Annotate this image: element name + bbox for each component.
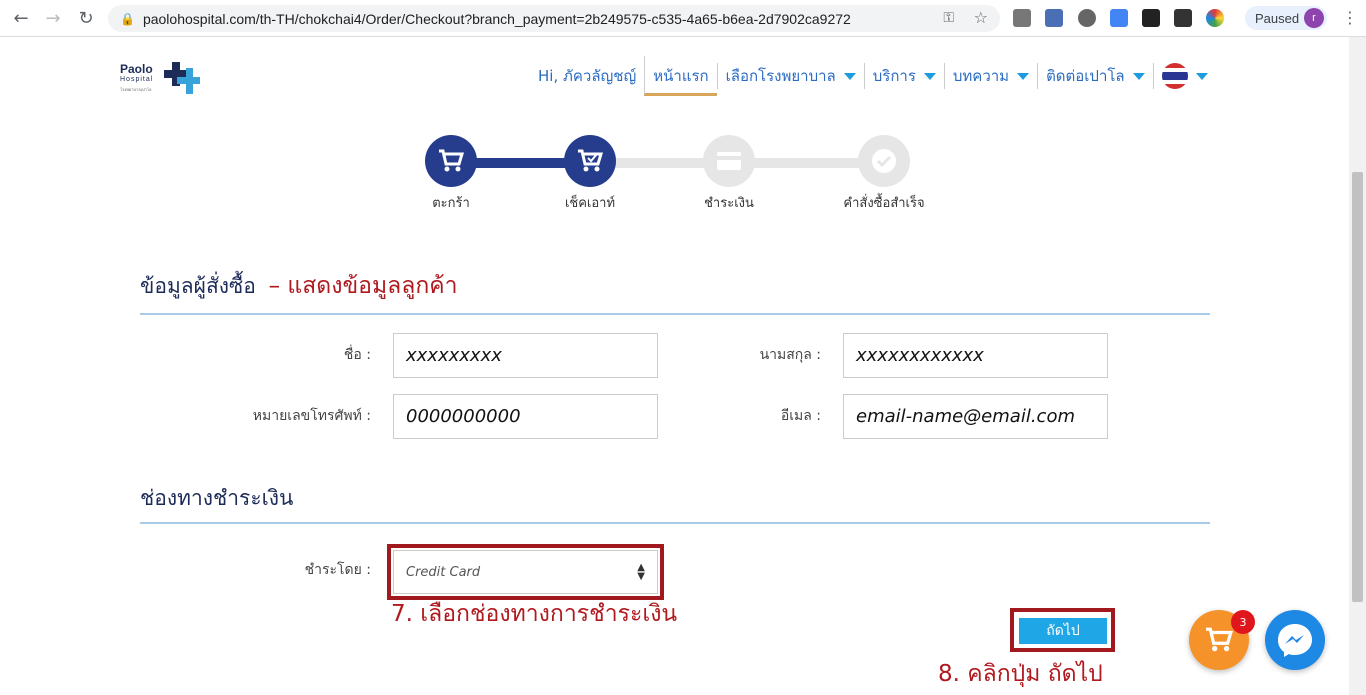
- chevron-down-icon: [923, 72, 936, 80]
- messenger-button[interactable]: [1265, 610, 1325, 670]
- profile-button[interactable]: Paused r: [1245, 6, 1327, 30]
- last-name-label: นามสกุล :: [759, 347, 821, 363]
- checkout-progress: ตะกร้า เช็คเอาท์ ชำระเงิน คำสั่งซื้อสำเร…: [0, 130, 1366, 220]
- nav-select-hospital[interactable]: เลือกโรงพยาบาล: [716, 63, 864, 89]
- reload-icon[interactable]: ↻: [72, 4, 100, 32]
- nav-services-label: บริการ: [872, 67, 916, 85]
- shopping-cart-icon: [1206, 627, 1233, 652]
- nav-articles-label: บทความ: [952, 67, 1010, 85]
- logo-text-hospital: Hospital: [120, 76, 154, 83]
- cart-icon: [439, 149, 464, 172]
- camera-extension-icon[interactable]: [1013, 9, 1031, 27]
- bookmark-star-icon[interactable]: ☆: [974, 8, 988, 27]
- step-success-circle: [858, 135, 910, 187]
- nav-home[interactable]: หน้าแรก: [644, 56, 717, 96]
- profile-status: Paused: [1255, 10, 1300, 26]
- cart-count-badge: 3: [1231, 610, 1255, 634]
- browser-toolbar: ← → ↻ 🔒 paolohospital.com/th-TH/chokchai…: [0, 0, 1366, 37]
- buyer-section-title: ข้อมูลผู้สั่งซื้อ – แสดงข้อมูลลูกค้า: [140, 268, 458, 304]
- logo-text-paolo: Paolo: [120, 62, 153, 76]
- check-circle-icon: [872, 149, 896, 173]
- payment-section-divider: [140, 522, 1210, 524]
- thai-flag-icon: [1161, 63, 1188, 89]
- nav-contact[interactable]: ติดต่อเปาโล: [1037, 63, 1153, 89]
- avatar: r: [1304, 8, 1324, 28]
- dark-extension-icon[interactable]: [1174, 9, 1192, 27]
- payment-method-value: Credit Card: [406, 564, 481, 580]
- logo-text-thai: โรงพยาบาลเปาโล: [120, 87, 152, 92]
- url-text: paolohospital.com/th-TH/chokchai4/Order/…: [142, 10, 851, 27]
- email-field[interactable]: email-name@email.com: [843, 394, 1108, 439]
- messenger-icon: [1278, 624, 1312, 657]
- nav-contact-label: ติดต่อเปาโล: [1046, 67, 1125, 85]
- nav-articles[interactable]: บทความ: [943, 63, 1037, 89]
- step-checkout-circle: [564, 135, 616, 187]
- site-logo[interactable]: Paolo Hospital โรงพยาบาลเปาโล: [120, 60, 202, 96]
- step-payment-circle: [703, 135, 755, 187]
- step-label-success: คำสั่งซื้อสำเร็จ: [843, 196, 925, 211]
- buyer-title-text: ข้อมูลผู้สั่งซื้อ: [140, 274, 256, 298]
- nav-services[interactable]: บริการ: [863, 63, 944, 89]
- email-label: อีเมล :: [780, 408, 821, 424]
- buyer-annotation: – แสดงข้อมูลลูกค้า: [268, 273, 458, 299]
- color-extension-icon[interactable]: [1206, 9, 1224, 27]
- nav-select-hospital-label: เลือกโรงพยาบาล: [725, 67, 836, 85]
- forward-icon[interactable]: →: [39, 4, 67, 32]
- nav-greeting[interactable]: Hi, ภัควลัญชญ์: [530, 63, 644, 89]
- payment-section-title: ช่องทางชำระเงิน: [140, 486, 294, 510]
- buyer-section-divider: [140, 313, 1210, 315]
- next-annotation: 8. คลิกปุ่ม ถัดไป: [938, 661, 1103, 687]
- chevron-down-icon: [1017, 72, 1030, 80]
- first-name-field[interactable]: xxxxxxxxx: [393, 333, 658, 378]
- lock-icon: 🔒: [120, 11, 135, 26]
- language-selector[interactable]: [1152, 63, 1216, 89]
- qr-code-extension-icon[interactable]: [1142, 9, 1160, 27]
- step-label-checkout: เช็คเอาท์: [564, 196, 616, 211]
- credit-card-icon: [717, 152, 741, 170]
- step-label-payment: ชำระเงิน: [704, 196, 754, 211]
- payment-annotation: 7. เลือกช่องทางการชำระเงิน: [391, 601, 678, 627]
- phone-field[interactable]: 0000000000: [393, 394, 658, 439]
- chevron-down-icon: [1132, 72, 1145, 80]
- payment-method-select[interactable]: Credit Card ▲ ▼: [393, 550, 658, 594]
- first-name-label: ชื่อ :: [343, 347, 371, 363]
- main-nav: Hi, ภัควลัญชญ์ หน้าแรก เลือกโรงพยาบาล บร…: [530, 56, 1216, 96]
- extension-icon[interactable]: [1045, 9, 1063, 27]
- scrollbar-thumb[interactable]: [1352, 172, 1363, 602]
- nav-home-label: หน้าแรก: [653, 66, 709, 85]
- phone-label: หมายเลขโทรศัพท์ :: [252, 408, 371, 424]
- more-menu-icon[interactable]: ⋮: [1342, 8, 1358, 27]
- key-icon[interactable]: ⚿: [943, 10, 954, 26]
- address-bar[interactable]: 🔒 paolohospital.com/th-TH/chokchai4/Orde…: [108, 5, 1000, 32]
- back-icon[interactable]: ←: [7, 4, 35, 32]
- step-cart-circle: [425, 135, 477, 187]
- step-label-cart: ตะกร้า: [432, 196, 470, 211]
- chevron-down-icon: [1195, 72, 1208, 80]
- next-button[interactable]: ถัดไป: [1017, 616, 1109, 646]
- logo-cross-icon: [164, 62, 200, 94]
- select-arrows-icon: ▲ ▼: [637, 562, 645, 582]
- chevron-down-icon: [843, 72, 856, 80]
- cart-check-icon: [578, 149, 603, 172]
- last-name-field[interactable]: xxxxxxxxxxxx: [843, 333, 1108, 378]
- translate-extension-icon[interactable]: [1110, 9, 1128, 27]
- line-extension-icon[interactable]: [1078, 9, 1096, 27]
- pay-by-label: ชำระโดย :: [304, 562, 371, 578]
